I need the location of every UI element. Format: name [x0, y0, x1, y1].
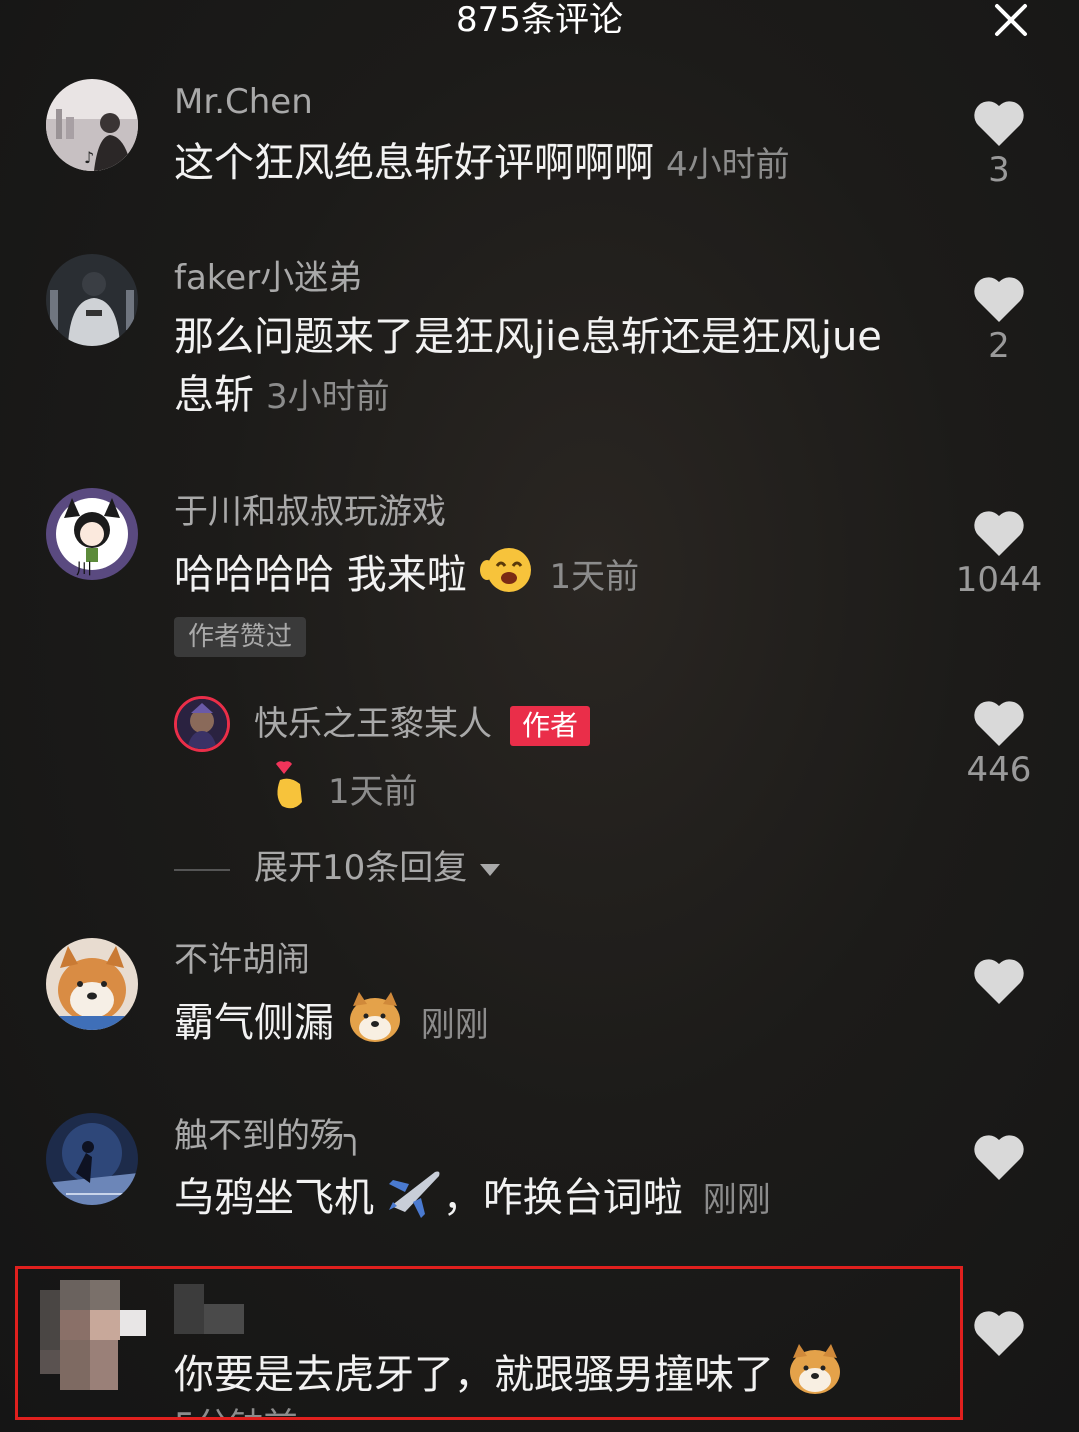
- username[interactable]: 不许胡闹: [174, 938, 310, 982]
- comment-time: 刚刚: [420, 1005, 489, 1045]
- heart-icon: [974, 101, 1024, 146]
- reply-like-button[interactable]: 446: [949, 698, 1049, 792]
- reply-username[interactable]: 快乐之王黎某人: [254, 704, 492, 744]
- avatar[interactable]: [46, 1113, 138, 1205]
- avatar[interactable]: 川: [46, 488, 138, 580]
- laughing-emoji-icon: [479, 544, 537, 610]
- comment-count-title: 875条评论: [456, 0, 623, 40]
- like-count: 3: [988, 150, 1010, 190]
- like-count: 2: [988, 326, 1010, 366]
- comment-time: 3小时前: [266, 377, 390, 417]
- like-button[interactable]: [949, 1308, 1049, 1358]
- comment-body: 乌鸦坐飞机: [174, 1175, 374, 1221]
- comment-body: 这个狂风绝息斩好评啊啊啊: [174, 140, 654, 186]
- author-liked-badge: 作者赞过: [174, 617, 307, 657]
- heart-icon: [974, 1311, 1024, 1356]
- doge-emoji-icon: [347, 990, 403, 1060]
- comment-text: 那么问题来了是狂风jie息斩还是狂风jue息斩 3小时前: [174, 308, 894, 426]
- airplane-emoji-icon: [387, 1166, 443, 1234]
- avatar[interactable]: ♪: [46, 79, 138, 171]
- heart-icon: [974, 1135, 1024, 1180]
- comment-text: 这个狂风绝息斩好评啊啊啊 4小时前: [174, 134, 914, 194]
- heart-icon: [974, 277, 1024, 322]
- svg-text:川: 川: [76, 559, 92, 578]
- comment-time: 刚刚: [702, 1180, 771, 1220]
- reply-avatar[interactable]: [174, 696, 230, 752]
- highlight-annotation-box: [15, 1266, 963, 1420]
- expand-replies-label: 展开10条回复: [254, 848, 468, 888]
- expand-replies-button[interactable]: 展开10条回复: [174, 848, 502, 888]
- avatar[interactable]: [46, 938, 138, 1030]
- like-button[interactable]: [949, 956, 1049, 1006]
- reply-text: 1天前: [266, 756, 1006, 828]
- heart-icon: [974, 511, 1024, 556]
- comment-text: 哈哈哈哈 我来啦 1天前: [174, 544, 914, 610]
- username[interactable]: Mr.Chen: [174, 80, 313, 124]
- reply-username-row: 快乐之王黎某人 作者: [254, 702, 591, 746]
- username[interactable]: 触不到的殇╮: [174, 1114, 364, 1158]
- comment-text: 乌鸦坐飞机 ，咋换台词啦 刚刚: [174, 1166, 974, 1234]
- username[interactable]: 于川和叔叔玩游戏: [174, 490, 446, 534]
- comment-text: 霸气侧漏 刚刚: [174, 990, 914, 1060]
- comment-time: 1天前: [549, 557, 640, 597]
- divider-line: [174, 868, 230, 871]
- like-count: 1044: [955, 560, 1043, 600]
- close-button[interactable]: [991, 0, 1031, 40]
- heart-icon: [974, 959, 1024, 1004]
- close-icon: [995, 4, 1027, 36]
- svg-text:♪: ♪: [84, 148, 94, 167]
- finger-heart-emoji-icon: [266, 756, 310, 828]
- comment-time: 4小时前: [666, 145, 790, 185]
- author-tag: 作者: [510, 705, 591, 746]
- like-button[interactable]: 2: [949, 274, 1049, 368]
- like-button[interactable]: 3: [949, 98, 1049, 192]
- triangle-down-icon: [480, 863, 501, 876]
- username[interactable]: faker小迷弟: [174, 256, 362, 300]
- like-button[interactable]: 1044: [949, 508, 1049, 602]
- comment-body: 哈哈哈哈 我来啦: [174, 552, 467, 598]
- comment-body: 霸气侧漏: [174, 1000, 334, 1046]
- like-button[interactable]: [949, 1132, 1049, 1182]
- like-count: 446: [966, 750, 1032, 790]
- reply-time: 1天前: [328, 772, 418, 812]
- avatar[interactable]: [46, 254, 138, 346]
- heart-icon: [974, 701, 1024, 746]
- comment-body-suffix: ，咋换台词啦: [442, 1175, 683, 1221]
